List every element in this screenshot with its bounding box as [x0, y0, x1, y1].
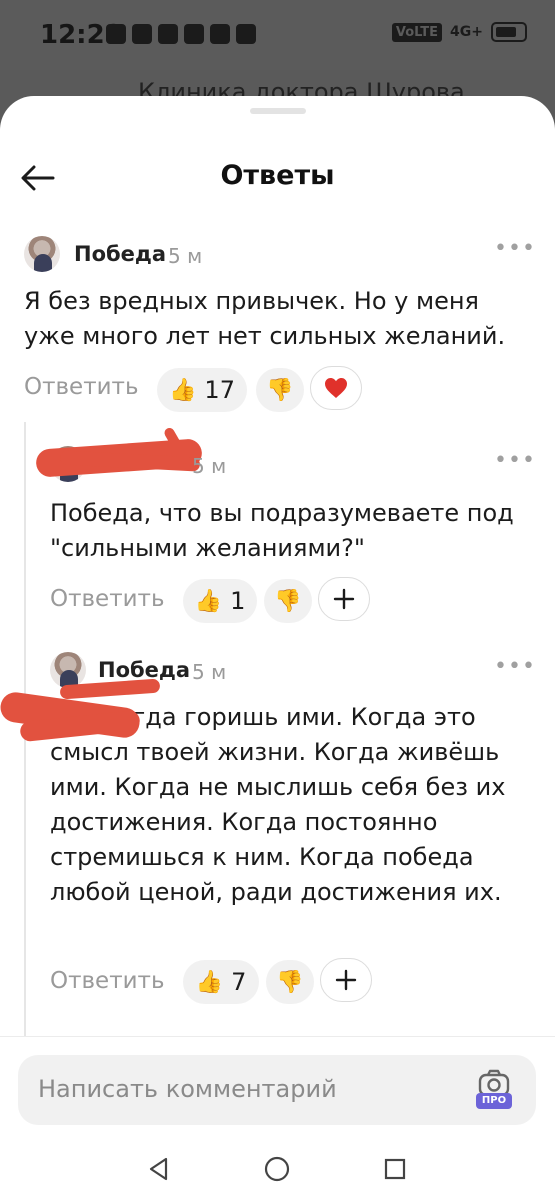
dislike-button[interactable]: 👎 — [264, 579, 312, 623]
sim-icon — [210, 24, 230, 44]
like-button[interactable]: 👍 7 — [183, 960, 259, 1004]
comment-input[interactable]: Написать комментарий ПРО — [18, 1055, 536, 1125]
thumbs-up-icon: 👍 — [195, 969, 224, 995]
pro-badge: ПРО — [476, 1093, 512, 1109]
reply-button[interactable]: Ответить — [24, 374, 139, 400]
thumbs-up-icon: 👍 — [169, 377, 197, 403]
replies-sheet: Ответы Победа 5 м ••• Я без вредных прив… — [0, 96, 555, 1200]
sheet-handle[interactable] — [250, 108, 306, 114]
square-recent-icon — [384, 1158, 406, 1180]
reply-button[interactable]: Ответить — [50, 968, 165, 994]
avatar[interactable] — [50, 652, 86, 688]
add-reaction-button[interactable] — [318, 577, 370, 621]
youtube-icon — [184, 24, 204, 44]
status-indicators: VoLTE 4G+ — [391, 22, 527, 42]
status-bar: 12:29 VoLTE 4G+ — [0, 0, 555, 70]
nav-home-button[interactable] — [260, 1152, 294, 1186]
like-button[interactable]: 👍 1 — [183, 579, 257, 623]
comment-time: 5 м — [192, 454, 227, 478]
like-count: 1 — [230, 587, 246, 615]
comment-text: Я без вредных привычек. Но у меня уже мн… — [24, 287, 506, 350]
like-count: 7 — [231, 968, 247, 996]
avatar[interactable] — [24, 236, 60, 272]
like-button[interactable]: 👍 17 — [157, 368, 247, 412]
comment-author[interactable]: Победа — [98, 658, 190, 682]
nav-recent-button[interactable] — [378, 1152, 412, 1186]
like-count: 17 — [204, 376, 235, 404]
heart-icon — [325, 378, 347, 398]
thumbs-down-icon: 👎 — [276, 969, 304, 995]
image-icon — [236, 24, 256, 44]
heart-reaction-button[interactable] — [310, 366, 362, 410]
more-dots-icon[interactable]: ••• — [494, 656, 536, 678]
comment-time: 5 м — [168, 244, 203, 268]
dislike-button[interactable]: 👎 — [266, 960, 314, 1004]
dislike-button[interactable]: 👎 — [256, 368, 304, 412]
thumbs-down-icon: 👎 — [274, 588, 302, 614]
reply-button[interactable]: Ответить — [50, 586, 165, 612]
add-reaction-button[interactable] — [320, 958, 372, 1002]
wb-app-icon — [106, 24, 126, 44]
battery-icon — [491, 22, 527, 42]
sheet-header: Ответы — [0, 146, 555, 210]
plus-icon — [335, 969, 357, 991]
thumbs-down-icon: 👎 — [266, 377, 294, 403]
more-dots-icon[interactable]: ••• — [494, 450, 536, 472]
plus-icon — [333, 588, 355, 610]
circle-home-icon — [264, 1156, 290, 1182]
comment-input-placeholder: Написать комментарий — [38, 1075, 337, 1103]
page-title: Ответы — [220, 160, 335, 191]
comment-composer: Написать комментарий ПРО — [0, 1036, 555, 1136]
youtube-icon — [158, 24, 178, 44]
camera-pro-button[interactable]: ПРО — [474, 1069, 514, 1111]
comment-author[interactable]: Победа — [74, 242, 166, 266]
thumbs-up-icon: 👍 — [194, 588, 223, 614]
hh-app-icon — [132, 24, 152, 44]
comment-time: 5 м — [192, 660, 227, 684]
nav-back-button[interactable] — [142, 1152, 176, 1186]
signal-icon: 4G+ — [450, 24, 483, 40]
volte-badge: VoLTE — [391, 22, 443, 42]
more-dots-icon[interactable]: ••• — [494, 238, 536, 260]
system-nav-bar — [0, 1136, 555, 1200]
comment-text: Победа, что вы подразумеваете под "сильн… — [50, 499, 514, 562]
notification-icons — [106, 24, 256, 44]
triangle-back-icon — [149, 1157, 168, 1181]
